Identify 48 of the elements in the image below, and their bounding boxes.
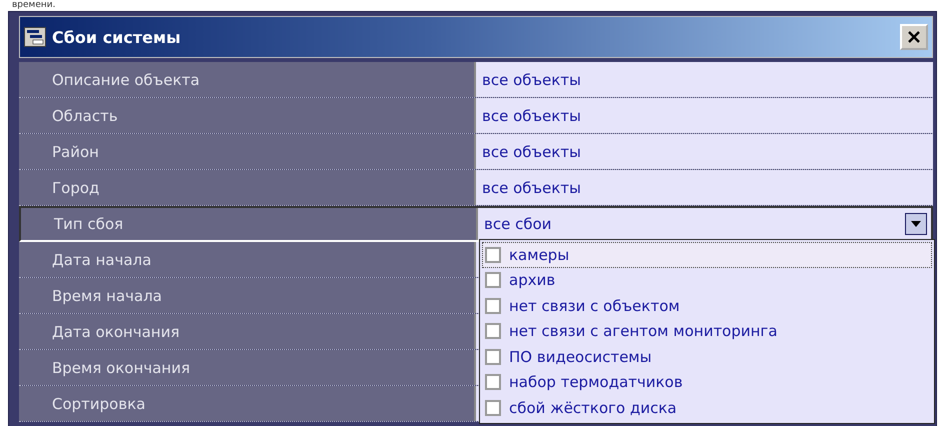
list-item[interactable]: ПО видеосистемы	[482, 344, 932, 370]
window-icon	[24, 27, 46, 47]
close-icon	[908, 31, 920, 43]
page-text: времени.	[11, 0, 56, 11]
checkbox[interactable]	[485, 374, 501, 390]
item-label: нет связи с объектом	[509, 296, 680, 315]
list-item[interactable]: сбой жёсткого диска	[482, 395, 932, 420]
property-label: Дата начала	[19, 242, 474, 277]
checkbox[interactable]	[485, 323, 501, 340]
property-row[interactable]: Тип сбоя все сбои	[19, 206, 933, 242]
item-label: архив	[509, 271, 556, 290]
dropdown-button[interactable]	[905, 213, 927, 235]
value-text: все объекты	[482, 178, 581, 196]
property-label: Область	[19, 98, 474, 133]
property-label: Описание объекта	[19, 62, 474, 97]
property-label: Время окончания	[19, 350, 474, 385]
close-button[interactable]	[900, 24, 928, 50]
list-item[interactable]: архив	[482, 268, 932, 293]
value-text: все объекты	[482, 106, 581, 124]
list-item[interactable]: набор термодатчиков	[482, 370, 932, 395]
checkbox[interactable]	[485, 400, 501, 416]
list-item[interactable]: нет связи с агентом мониторинга	[482, 318, 932, 344]
list-item[interactable]: камеры	[482, 242, 932, 268]
item-label: нет связи с агентом мониторинга	[509, 322, 778, 340]
property-label: Дата окончания	[19, 314, 474, 349]
item-label: ПО видеосистемы	[509, 348, 652, 366]
property-label: Время начала	[19, 278, 474, 313]
caret-icon	[911, 221, 921, 227]
list-item[interactable]: нет связи с объектом	[482, 293, 932, 318]
checkbox[interactable]	[485, 298, 501, 314]
value-text: все объекты	[482, 142, 581, 160]
property-row[interactable]: Город все объекты	[19, 170, 933, 206]
item-label: набор термодатчиков	[509, 373, 683, 392]
property-label: Город	[19, 170, 474, 205]
item-label: камеры	[509, 246, 570, 264]
item-label: сбой жёсткого диска	[509, 398, 677, 417]
property-label: Тип сбоя	[21, 208, 476, 240]
checkbox[interactable]	[485, 272, 501, 288]
value-text: все объекты	[482, 70, 581, 88]
value-text: все сбои	[484, 215, 552, 233]
property-row[interactable]: Район все объекты	[19, 134, 933, 170]
checkbox[interactable]	[485, 348, 501, 365]
property-row[interactable]: Область все объекты	[19, 98, 933, 134]
checkbox[interactable]	[485, 246, 501, 263]
property-row[interactable]: Описание объекта все объекты	[19, 62, 933, 98]
property-label: Сортировка	[19, 386, 474, 421]
window-title: Сбои системы	[52, 28, 182, 46]
property-label: Район	[19, 134, 474, 169]
